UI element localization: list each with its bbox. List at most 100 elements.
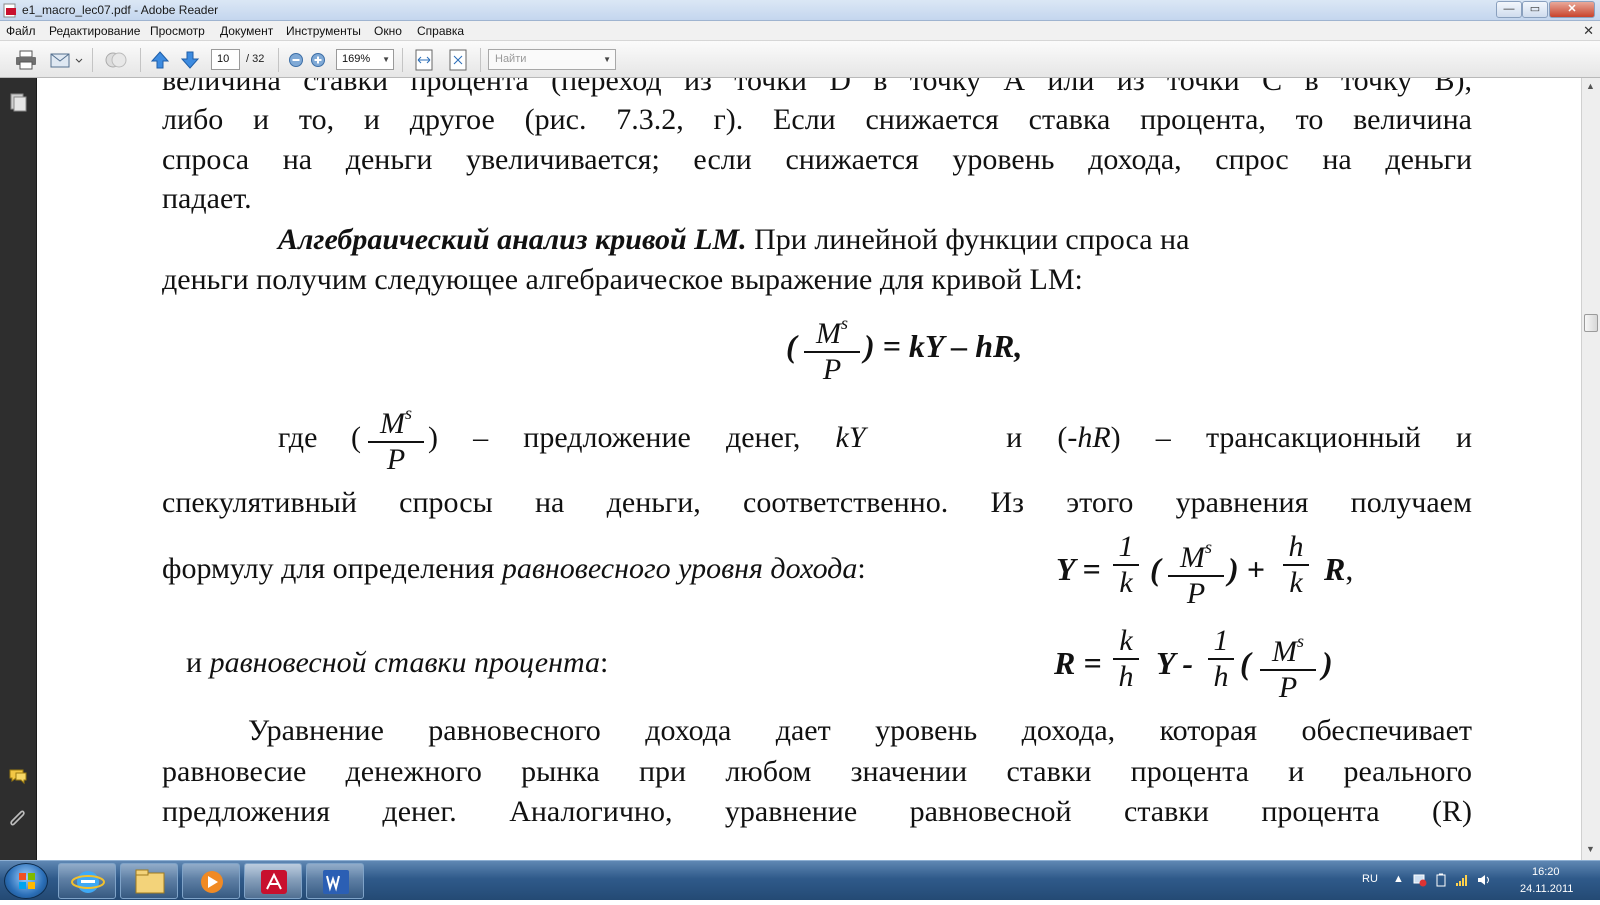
show-hidden-icons[interactable]: ▲ [1393,873,1404,885]
volume-icon[interactable] [1477,873,1491,887]
navigation-panel [0,78,37,860]
clock-time[interactable]: 16:20 [1532,866,1560,878]
search-input[interactable]: Найти ▼ [488,49,616,70]
chevron-down-icon: ▼ [603,55,611,64]
folder-icon [135,869,165,894]
word-icon [323,870,349,894]
menu-help[interactable]: Справка [417,24,464,38]
eqR-frac-msp: Ms P [1260,624,1316,705]
fit-page-width-icon [415,49,433,71]
next-page-button[interactable] [178,48,202,72]
eqY-lhs: Y = [1056,551,1101,587]
document-view[interactable]: величина ставки процента (переход из точ… [38,78,1581,860]
menu-edit[interactable]: Редактирование [49,24,140,38]
maximize-button[interactable]: ▭ [1522,1,1548,18]
window-title-bar: e1_macro_lec07.pdf - Adobe Reader — ▭ ✕ [0,0,1600,21]
zoom-in-icon [311,53,325,67]
fit-width-button[interactable] [410,48,438,72]
where-open-paren: ( [351,421,361,454]
full-screen-icon [449,49,467,71]
eq1-fraction: Ms P [804,306,860,387]
scrollbar-thumb[interactable] [1584,314,1598,332]
final-line-1: Уравнение равновесного дохода дает урове… [248,714,1472,747]
print-button[interactable] [12,48,40,72]
collaborate-icon [105,52,127,68]
page-thumbnails-icon[interactable] [8,92,28,112]
full-screen-button[interactable] [444,48,472,72]
menu-view[interactable]: Просмотр [150,24,205,38]
signal-strength-icon[interactable] [1455,873,1469,887]
taskbar-internet-explorer[interactable] [58,863,116,899]
zoom-out-button[interactable] [286,48,306,72]
section-heading: Алгебраический анализ кривой LM. [278,223,747,256]
previous-page-button[interactable] [148,48,172,72]
eqY-frac-hk: h k [1283,530,1309,600]
eqR-mid: Y - [1156,645,1194,681]
battery-icon[interactable] [1434,873,1448,887]
menu-document[interactable]: Документ [220,24,273,38]
menu-tools[interactable]: Инструменты [286,24,361,38]
toolbar-separator [140,48,141,72]
taskbar-adobe-reader[interactable] [244,863,302,899]
taskbar-word[interactable] [306,863,364,899]
eqR-paren-close: ) [1322,645,1333,681]
language-indicator[interactable]: RU [1362,873,1378,885]
eqY-frac-1k: 1 k [1113,530,1139,600]
where-word: где [278,421,318,454]
minimize-button[interactable]: — [1496,1,1522,18]
toolbar: 10 / 32 169% ▼ Найти ▼ [0,41,1600,78]
zoom-level-value: 169% [342,53,371,65]
doc-line-3: спроса на деньги увеличивается; если сни… [162,143,1472,176]
start-button[interactable] [4,863,48,899]
arrow-up-icon [150,51,170,69]
eq1-rest: ) = kY – hR, [864,328,1023,364]
close-window-button[interactable]: ✕ [1549,1,1595,18]
arrow-down-icon [180,51,200,69]
zoom-in-button[interactable] [308,48,328,72]
envelope-share-icon [50,53,83,68]
document-page: величина ставки процента (переход из точ… [38,78,1581,860]
page-total: / 32 [246,53,265,65]
doc-line-speculative: спекулятивный спросы на деньги, соответс… [162,486,1472,519]
toolbar-separator [278,48,279,72]
attachments-paperclip-icon[interactable] [8,808,28,828]
zoom-out-icon [289,53,303,67]
page-number-input[interactable]: 10 [211,49,240,70]
collaborate-button[interactable] [102,48,130,72]
scroll-down-icon[interactable]: ▼ [1586,844,1595,854]
zoom-level-select[interactable]: 169% ▼ [336,49,394,70]
doc-line-lm: деньги получим следующее алгебраическое … [162,263,1083,296]
eqY-paren: ( [1150,551,1161,587]
clock-date[interactable]: 24.11.2011 [1520,883,1573,895]
eqR-lhs: R = [1054,645,1102,681]
where-fraction: Ms P [368,396,424,477]
toolbar-separator [402,48,403,72]
windows-logo-icon [19,873,35,889]
where-text: ) – предложение денег, kY и (-hR) – тран… [428,421,1473,454]
eqY-frac-msp: Ms P [1168,530,1224,611]
taskbar-media-player[interactable] [182,863,240,899]
email-button[interactable] [48,48,84,72]
comments-icon[interactable] [8,766,28,786]
doc-line-2: либо и то, и другое (рис. 7.3.2, г). Есл… [162,103,1472,136]
eqY-plus: ) + [1228,551,1265,587]
menu-file[interactable]: Файл [6,24,36,38]
menu-window[interactable]: Окно [374,24,402,38]
vertical-scrollbar[interactable]: ▲ ▼ [1581,78,1600,860]
media-player-icon [201,871,223,893]
toolbar-separator [92,48,93,72]
section-heading-rest: При линейной функции спроса на [754,223,1190,256]
rate-line: и равновесной ставки процента: [186,646,609,679]
formula-line: формулу для определения равновесного уро… [162,552,866,585]
adobe-reader-icon [261,870,287,894]
taskbar-explorer[interactable] [120,863,178,899]
final-line-3: предложения денег. Аналогично, уравнение… [162,795,1472,828]
network-error-icon[interactable] [1413,873,1427,887]
doc-line-1: величина ставки процента (переход из точ… [162,78,1472,97]
close-document-button[interactable]: ✕ [1583,23,1594,39]
section-heading-line: Алгебраический анализ кривой LM. При лин… [278,223,1189,257]
scroll-up-icon[interactable]: ▲ [1586,81,1595,91]
doc-line-4: падает. [162,182,252,215]
printer-icon [16,50,36,70]
menu-bar: Файл Редактирование Просмотр Документ Ин… [0,21,1600,41]
